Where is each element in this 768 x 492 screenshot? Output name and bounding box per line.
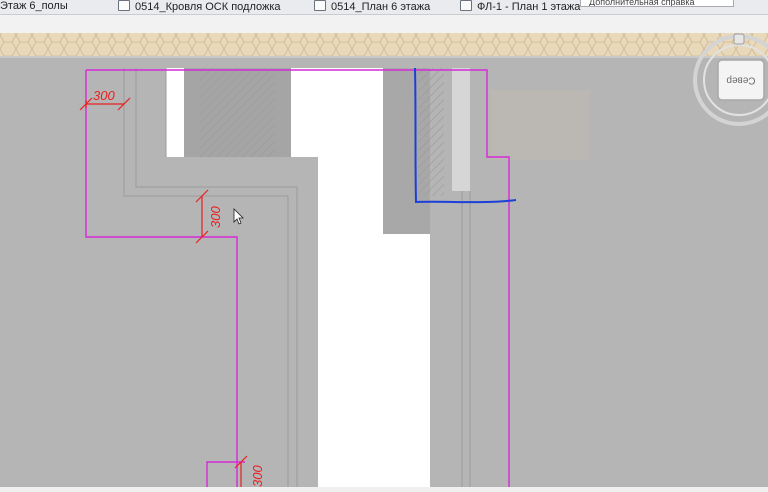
view-tab-icon (314, 0, 326, 11)
floor-plan-view[interactable]: 300 300 300 Север (0, 15, 768, 487)
tab-fl-1-plan-1-etazha[interactable]: ФЛ-1 - План 1 этажа (460, 0, 580, 14)
drawing-canvas[interactable]: 300 300 300 Север (0, 15, 768, 487)
tab-plan-6-etazha[interactable]: 0514_План 6 этажа (314, 0, 430, 14)
tab-krovlya-osk[interactable]: 0514_Кровля ОСК подложка (118, 0, 281, 14)
opening-left (166, 68, 184, 157)
tab-label: ФЛ-1 - План 1 этажа (477, 1, 581, 13)
dimension-label-3: 300 (250, 465, 265, 487)
view-cube-face-label: Север (726, 74, 756, 85)
wall-faint-panel (490, 90, 590, 160)
tooltip: Дополнительная справка (580, 0, 734, 7)
tab-label: 0514_Кровля ОСК подложка (135, 1, 281, 13)
dimension-label-2: 300 (208, 206, 223, 228)
wall-column-inner (200, 68, 275, 157)
wall-right-inner (418, 68, 444, 196)
view-tab-icon (460, 0, 472, 11)
roof-band (0, 33, 768, 58)
tab-label: 0514_План 6 этажа (331, 1, 431, 13)
roof-band-edge (0, 56, 768, 58)
view-top-strip (0, 15, 768, 33)
view-cube-top-marker (733, 33, 745, 45)
tab-label: Этаж 6_полы (0, 0, 68, 12)
tab-etazh-6-poly[interactable]: Этаж 6_полы (0, 0, 68, 14)
wall-right-light (452, 68, 470, 191)
view-tab-icon (118, 0, 130, 11)
tooltip-text: Дополнительная справка (589, 0, 695, 7)
dimension-label-1: 300 (93, 88, 115, 103)
